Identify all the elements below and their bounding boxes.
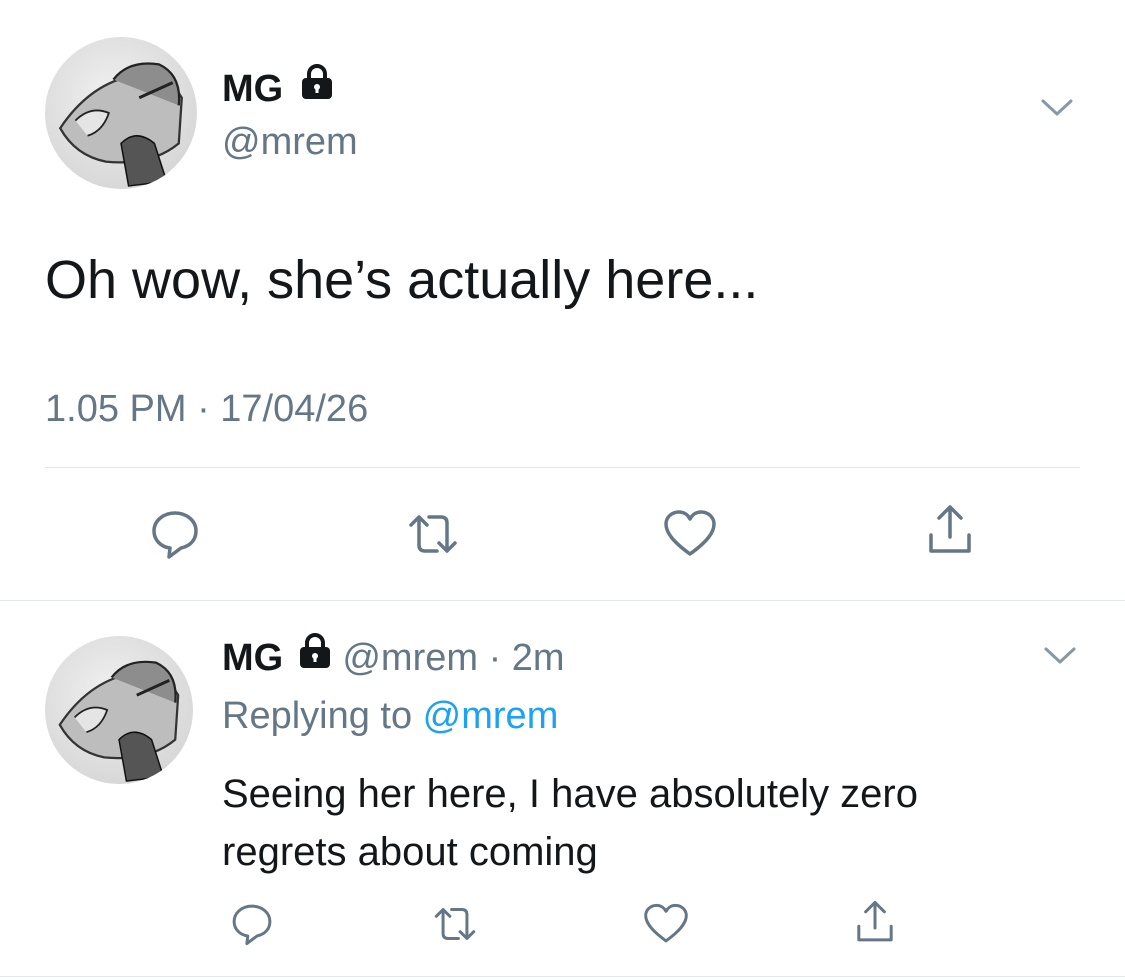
section-divider <box>0 600 1125 601</box>
reply-author-handle[interactable]: @mrem <box>342 637 478 679</box>
share-icon <box>929 505 971 553</box>
author-handle[interactable]: @mrem <box>222 120 358 164</box>
reply-text-line: regrets about coming <box>222 830 598 874</box>
tweet-timestamp[interactable]: 1.05 PM · 17/04/26 <box>45 387 368 431</box>
chevron-down-icon <box>1044 647 1076 664</box>
author-avatar[interactable] <box>45 37 197 189</box>
reply-icon <box>152 511 198 559</box>
retweet-button[interactable] <box>425 894 485 954</box>
reply-button[interactable] <box>222 894 282 954</box>
avatar-sketch <box>58 62 183 187</box>
retweet-button[interactable] <box>403 504 463 564</box>
avatar-sketch <box>58 660 180 782</box>
retweet-icon <box>434 908 476 940</box>
like-button[interactable] <box>636 894 696 954</box>
bottom-divider <box>0 976 1125 977</box>
lock-icon <box>300 64 334 109</box>
reply-author-name[interactable]: MG <box>222 637 283 679</box>
reply-text: Seeing her here, I have absolutely zero … <box>222 765 918 881</box>
replying-to: Replying to @mrem <box>222 694 558 738</box>
divider <box>45 467 1080 468</box>
replying-to-handle-link[interactable]: @mrem <box>423 695 559 737</box>
reply-icon <box>232 904 272 946</box>
heart-icon <box>664 510 716 556</box>
reply-text-line: Seeing her here, I have absolutely zero <box>222 772 918 816</box>
reply-button[interactable] <box>145 504 205 564</box>
like-button[interactable] <box>660 504 720 564</box>
replying-to-label: Replying to <box>222 695 423 737</box>
share-icon <box>857 900 893 942</box>
meta-separator: · <box>488 637 502 679</box>
more-options-button[interactable] <box>1043 646 1077 671</box>
chevron-down-icon <box>1041 99 1073 116</box>
reply-header: MG @mrem · 2m <box>222 633 565 680</box>
lock-icon <box>298 633 332 679</box>
author-name-text[interactable]: MG <box>222 68 283 110</box>
share-button[interactable] <box>845 892 905 952</box>
reply-age[interactable]: 2m <box>512 637 565 679</box>
author-name[interactable]: MG <box>222 64 334 110</box>
share-button[interactable] <box>920 500 980 560</box>
reply-author-avatar[interactable] <box>45 636 193 784</box>
heart-icon <box>644 903 688 943</box>
more-options-button[interactable] <box>1040 98 1074 123</box>
retweet-icon <box>409 515 457 553</box>
tweet-text: Oh wow, she’s actually here... <box>45 250 759 310</box>
